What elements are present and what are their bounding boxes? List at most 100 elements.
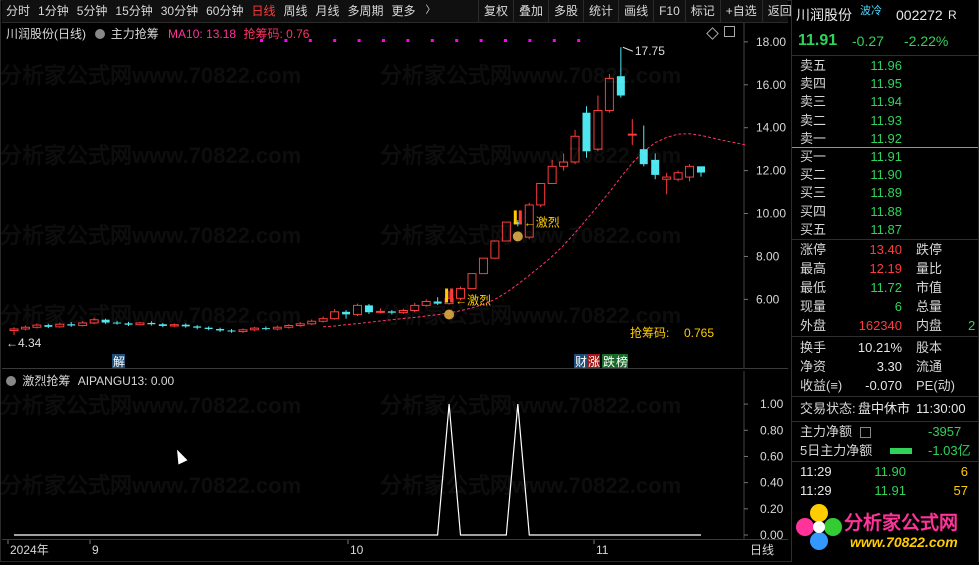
indicator-chart[interactable]: 0.00 0.20 0.40 0.60 0.80 1.00 激烈抢筹 AIPANGU13:…: [2, 371, 788, 542]
date-tick-label: 9: [92, 543, 99, 557]
stat-label: 最低: [800, 280, 827, 295]
candle-body-up: [20, 326, 30, 330]
price-row: 11.91 -0.27 -2.22%: [792, 30, 978, 52]
candle-body-up: [307, 320, 317, 325]
trade-time: 11:30:00: [916, 401, 966, 416]
candle-body-down: [113, 322, 122, 324]
stat-label: 净资: [800, 359, 827, 374]
candle-body-up: [467, 273, 477, 290]
stat-value: 10.21%: [857, 340, 902, 355]
order-level: 买五 11.87: [792, 221, 978, 239]
main-net5-row: 5日主力净额 -1.03亿: [792, 442, 978, 460]
candle-body-down: [227, 330, 236, 332]
main-net-label: 主力净额: [800, 424, 853, 439]
kline-chart[interactable]: 6.00 8.00 10.00 12.00 14.00 16.00 18.00 17.75 ←4…: [2, 23, 788, 369]
sub-legend-name: 激烈抢筹: [22, 374, 71, 388]
sub-legend: 激烈抢筹 AIPANGU13: 0.00: [6, 372, 174, 389]
main-net-value: -3957: [928, 424, 962, 439]
signal-dot: [382, 39, 385, 42]
signal-dot: [357, 39, 361, 42]
tool-button[interactable]: 多股: [548, 0, 583, 22]
candle-body-up: [536, 182, 546, 206]
order-level: 买四 11.88: [792, 203, 978, 221]
order-level-price: 11.92: [870, 130, 902, 146]
high-pointer: [622, 46, 634, 52]
date-axis-svg: 2024年 9 10 11 日线: [7, 540, 774, 557]
order-level-label: 卖四: [800, 76, 827, 92]
candle-body-up: [570, 135, 580, 163]
order-level: 卖五 11.96: [792, 57, 978, 75]
chevron-right-icon[interactable]: 〉: [422, 0, 440, 22]
signal-flag: [518, 210, 522, 225]
tool-button[interactable]: 统计: [583, 0, 618, 22]
order-level-label: 买四: [800, 203, 827, 219]
price-tick-label: 18.00: [756, 35, 786, 49]
event-tag-bang: 榜: [616, 354, 628, 369]
event-tag-die: 跌: [603, 354, 615, 369]
stat-value: 11.72: [870, 280, 902, 295]
site-logo: 分析家公式网 www.70822.com: [792, 500, 978, 562]
chip-value: 0.765: [684, 326, 714, 340]
tool-button[interactable]: 叠加: [513, 0, 548, 22]
candle-body-up: [330, 311, 340, 320]
candle-body-up: [478, 257, 488, 275]
period-tab[interactable]: 30分钟: [157, 0, 202, 22]
tool-button[interactable]: F10: [653, 0, 685, 22]
price-tick-label: 14.00: [756, 121, 786, 135]
stat-value: -0.070: [865, 378, 902, 393]
main-net-info-icon[interactable]: [860, 427, 871, 438]
low-label: ←4.34: [6, 336, 42, 350]
signal-flag: [450, 288, 454, 303]
price-tick-label: 10.00: [756, 207, 786, 221]
candle-body-down: [261, 328, 270, 330]
tool-button[interactable]: 标记: [684, 0, 720, 22]
signal-dot: [455, 39, 459, 42]
money-bag-icon: [512, 231, 523, 242]
price-pct: -2.22%: [904, 33, 949, 49]
tick-row: 11:29 11.90 6: [792, 463, 978, 481]
period-tab[interactable]: 多周期: [344, 0, 388, 22]
candle-body-up: [398, 310, 408, 314]
tool-buttons: 复权 叠加 多股 统计 画线 F10 标记 +自选 返回: [478, 0, 797, 22]
indicator-tick-label: 0.20: [760, 502, 784, 516]
candle-body-up: [318, 318, 328, 322]
tool-button[interactable]: 画线: [618, 0, 653, 22]
order-level-price: 11.94: [870, 94, 902, 110]
period-tab[interactable]: 周线: [279, 0, 311, 22]
tool-button[interactable]: +自选: [719, 0, 762, 22]
indicator-settings-icon[interactable]: [95, 29, 106, 39]
order-level-price: 11.95: [870, 76, 902, 92]
period-tab[interactable]: 月线: [312, 0, 344, 22]
candle-body-up: [272, 326, 282, 330]
period-tab[interactable]: 60分钟: [202, 0, 247, 22]
price-tick-label: 16.00: [756, 78, 786, 92]
period-tab[interactable]: 分时: [2, 0, 34, 22]
indicator-tick-label: 0.40: [760, 476, 784, 490]
order-level-price: 11.96: [870, 58, 902, 73]
legend-indicator: 主力抢筹: [110, 27, 159, 41]
date-tick-label: 2024年: [10, 543, 49, 557]
price-tick-label: 8.00: [756, 249, 780, 263]
period-tab[interactable]: 更多: [388, 0, 420, 22]
candle-body-up: [135, 322, 145, 326]
period-tab[interactable]: 15分钟: [111, 0, 156, 22]
tool-button[interactable]: 复权: [478, 0, 513, 22]
order-level-price: 11.93: [870, 112, 902, 128]
trade-state: 盘中休市: [858, 401, 911, 416]
stat-label: 外盘: [800, 318, 827, 333]
period-tab[interactable]: 1分钟: [34, 0, 73, 22]
collapse-icon[interactable]: [724, 26, 735, 37]
order-level: 买一 11.91: [792, 148, 978, 166]
main-net5-bar: [890, 448, 912, 454]
kline-svg[interactable]: 6.00 8.00 10.00 12.00 14.00 16.00 18.00 17.75 ←4…: [2, 23, 788, 369]
tick-volume: 6: [960, 464, 968, 479]
sub-legend-value: AIPANGU13: 0.00: [77, 374, 175, 388]
axis-period-label: 日线: [750, 543, 774, 557]
candle-body-up: [421, 301, 431, 306]
sub-settings-icon[interactable]: [6, 376, 16, 386]
indicator-svg[interactable]: 0.00 0.20 0.40 0.60 0.80 1.00: [2, 371, 788, 542]
main-net5-value: -1.03亿: [928, 443, 971, 458]
signal-dot: [430, 39, 434, 42]
period-tab[interactable]: 5分钟: [73, 0, 112, 22]
period-tab[interactable]: 日线: [247, 0, 279, 22]
